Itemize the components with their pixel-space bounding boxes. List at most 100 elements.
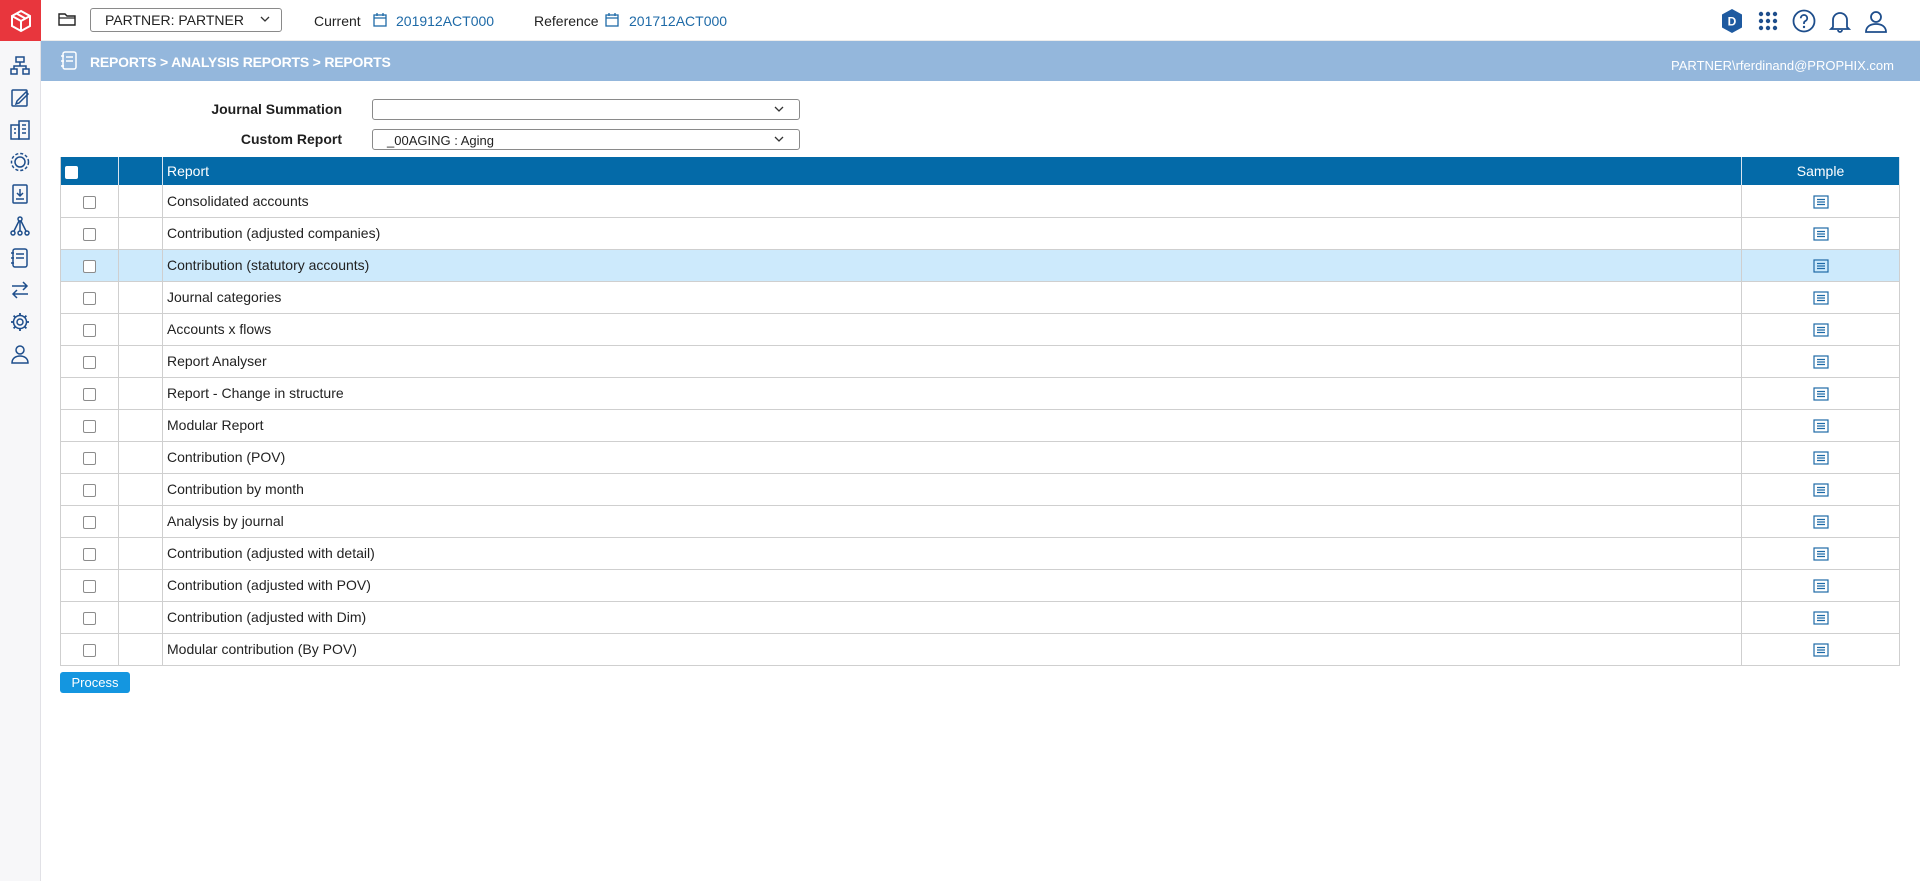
table-row[interactable]: Report - Change in structure (60, 377, 1900, 410)
edit-document-icon[interactable] (8, 86, 32, 110)
org-chart-icon[interactable] (8, 54, 32, 78)
report-column-header[interactable]: Report (162, 157, 1742, 185)
report-name[interactable]: Consolidated accounts (162, 185, 1742, 218)
report-name[interactable]: Contribution (adjusted with Dim) (162, 601, 1742, 634)
select-all-checkbox[interactable] (65, 165, 78, 179)
process-button[interactable]: Process (60, 672, 130, 693)
row-checkbox[interactable] (83, 419, 96, 433)
sample-report-icon[interactable] (1812, 291, 1829, 305)
report-name[interactable]: Contribution (adjusted companies) (162, 217, 1742, 250)
report-name[interactable]: Accounts x flows (162, 313, 1742, 346)
sample-report-icon[interactable] (1812, 451, 1829, 465)
sample-report-icon[interactable] (1812, 547, 1829, 561)
user-icon[interactable] (1863, 8, 1889, 34)
row-checkbox[interactable] (83, 195, 96, 209)
row-blank-cell (118, 505, 163, 538)
sample-report-icon[interactable] (1812, 515, 1829, 529)
report-name[interactable]: Analysis by journal (162, 505, 1742, 538)
folder-icon[interactable] (58, 11, 78, 31)
sample-report-icon[interactable] (1812, 611, 1829, 625)
row-checkbox[interactable] (83, 611, 96, 625)
sample-cell (1741, 505, 1900, 538)
breadcrumb[interactable]: REPORTS > ANALYSIS REPORTS > REPORTS (90, 54, 391, 70)
bell-icon[interactable] (1827, 8, 1853, 34)
table-row[interactable]: Report Analyser (60, 345, 1900, 378)
sample-report-icon[interactable] (1812, 259, 1829, 273)
row-checkbox[interactable] (83, 323, 96, 337)
row-checkbox[interactable] (83, 579, 96, 593)
report-name[interactable]: Report - Change in structure (162, 377, 1742, 410)
hierarchy-icon[interactable] (8, 214, 32, 238)
report-name[interactable]: Report Analyser (162, 345, 1742, 378)
row-blank-cell (118, 249, 163, 282)
row-check-cell (60, 569, 119, 602)
row-checkbox[interactable] (83, 547, 96, 561)
table-row[interactable]: Modular Report (60, 409, 1900, 442)
reference-period-link[interactable]: 201712ACT000 (629, 13, 727, 29)
download-report-icon[interactable] (8, 182, 32, 206)
report-name[interactable]: Contribution (adjusted with POV) (162, 569, 1742, 602)
sample-report-icon[interactable] (1812, 323, 1829, 337)
calendar-icon[interactable] (373, 12, 387, 27)
sample-report-icon[interactable] (1812, 227, 1829, 241)
table-row[interactable]: Analysis by journal (60, 505, 1900, 538)
row-checkbox[interactable] (83, 483, 96, 497)
row-checkbox[interactable] (83, 291, 96, 305)
sample-report-icon[interactable] (1812, 419, 1829, 433)
report-name[interactable]: Contribution (adjusted with detail) (162, 537, 1742, 570)
sample-report-icon[interactable] (1812, 643, 1829, 657)
app-logo[interactable] (0, 0, 41, 41)
sample-column-header[interactable]: Sample (1741, 157, 1900, 185)
table-row[interactable]: Contribution (statutory accounts) (60, 249, 1900, 282)
sample-report-icon[interactable] (1812, 483, 1829, 497)
calendar-icon[interactable] (605, 12, 619, 27)
row-blank-cell (118, 409, 163, 442)
settings-gear-icon[interactable] (8, 310, 32, 334)
sample-report-icon[interactable] (1812, 195, 1829, 209)
gear-cluster-icon[interactable] (8, 150, 32, 174)
report-book-icon[interactable] (8, 246, 32, 270)
row-checkbox[interactable] (83, 227, 96, 241)
report-name[interactable]: Contribution by month (162, 473, 1742, 506)
row-blank-cell (118, 313, 163, 346)
table-row[interactable]: Contribution (POV) (60, 441, 1900, 474)
sample-report-icon[interactable] (1812, 387, 1829, 401)
report-name[interactable]: Journal categories (162, 281, 1742, 314)
row-checkbox[interactable] (83, 515, 96, 529)
table-row[interactable]: Contribution (adjusted with POV) (60, 569, 1900, 602)
row-checkbox[interactable] (83, 259, 96, 273)
sample-cell (1741, 569, 1900, 602)
help-icon[interactable] (1791, 8, 1817, 34)
report-name[interactable]: Modular Report (162, 409, 1742, 442)
custom-report-select[interactable]: _00AGING : Aging (372, 129, 800, 150)
buildings-icon[interactable] (8, 118, 32, 142)
table-row[interactable]: Contribution (adjusted companies) (60, 217, 1900, 250)
sample-report-icon[interactable] (1812, 579, 1829, 593)
row-checkbox[interactable] (83, 355, 96, 369)
current-period-link[interactable]: 201912ACT000 (396, 13, 494, 29)
table-row[interactable]: Contribution (adjusted with detail) (60, 537, 1900, 570)
row-checkbox[interactable] (83, 387, 96, 401)
table-row[interactable]: Consolidated accounts (60, 185, 1900, 218)
sample-report-icon[interactable] (1812, 355, 1829, 369)
reference-label: Reference (534, 13, 599, 29)
current-label: Current (314, 13, 361, 29)
row-checkbox[interactable] (83, 643, 96, 657)
table-row[interactable]: Contribution by month (60, 473, 1900, 506)
partner-select[interactable]: PARTNER: PARTNER (90, 8, 282, 32)
report-name[interactable]: Modular contribution (By POV) (162, 633, 1742, 666)
user-role-icon[interactable] (8, 342, 32, 366)
transfer-arrows-icon[interactable] (8, 278, 32, 302)
table-row[interactable]: Accounts x flows (60, 313, 1900, 346)
table-row[interactable]: Journal categories (60, 281, 1900, 314)
apps-grid-icon[interactable] (1755, 8, 1781, 34)
table-row[interactable]: Modular contribution (By POV) (60, 633, 1900, 666)
chevron-down-icon (260, 16, 270, 22)
row-checkbox[interactable] (83, 451, 96, 465)
report-name[interactable]: Contribution (POV) (162, 441, 1742, 474)
avatar-badge-icon[interactable]: D (1719, 8, 1745, 34)
row-blank-cell (118, 185, 163, 218)
report-name[interactable]: Contribution (statutory accounts) (162, 249, 1742, 282)
journal-summation-select[interactable] (372, 99, 800, 120)
table-row[interactable]: Contribution (adjusted with Dim) (60, 601, 1900, 634)
